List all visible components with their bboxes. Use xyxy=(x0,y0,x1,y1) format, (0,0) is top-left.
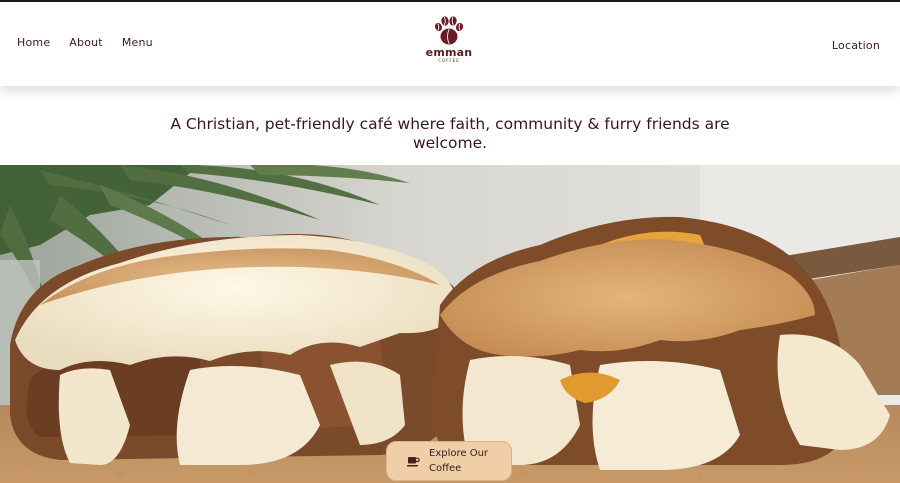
secondary-nav: Location xyxy=(832,36,880,54)
nav-home-link[interactable]: Home xyxy=(17,36,50,49)
paw-coffee-bean-icon xyxy=(434,16,464,45)
logo-wordmark: emman xyxy=(425,46,473,59)
nav-about-link[interactable]: About xyxy=(69,36,103,49)
primary-nav: Home About Menu xyxy=(17,36,153,49)
hero-tagline: A Christian, pet-friendly café where fai… xyxy=(170,114,730,152)
site-logo[interactable]: emman COFFEE xyxy=(419,16,479,70)
window-top-border xyxy=(0,0,900,2)
nav-location-link[interactable]: Location xyxy=(832,39,880,52)
hero-section xyxy=(0,165,900,483)
nav-menu-link[interactable]: Menu xyxy=(122,36,153,49)
waffle-sandwiches-photo xyxy=(0,165,900,483)
coffee-cup-icon xyxy=(407,456,420,466)
explore-coffee-label: Explore Our Coffee xyxy=(429,448,489,474)
explore-coffee-button[interactable]: Explore Our Coffee xyxy=(386,441,512,481)
site-header: Home About Menu emman COFFEE Location xyxy=(0,0,900,86)
